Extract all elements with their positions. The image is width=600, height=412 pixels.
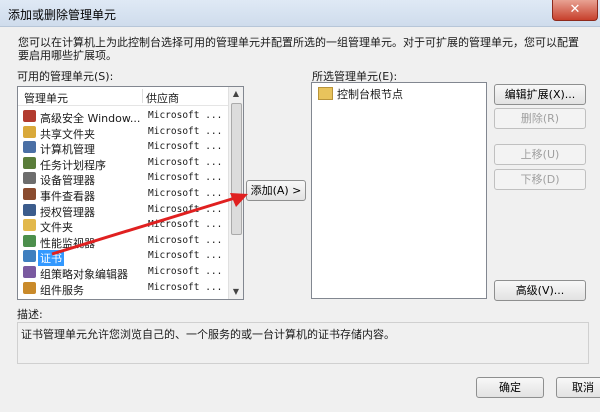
cancel-button[interactable]: 取消 [556, 377, 600, 398]
task-scheduler-icon [23, 156, 36, 169]
list-item[interactable]: 事件查看器 Microsoft ... [18, 187, 230, 203]
snapin-vendor: Microsoft ... [148, 125, 223, 137]
ok-button[interactable]: 确定 [476, 377, 544, 398]
dialog-description: 您可以在计算机上为此控制台选择可用的管理单元并配置所选的一组管理单元。对于可扩展… [18, 36, 579, 62]
snapin-vendor: Microsoft ... [148, 141, 223, 153]
scroll-thumb[interactable] [231, 103, 242, 235]
snapin-name: 高级安全 Window... [40, 112, 141, 125]
snapin-name: 组策略对象编辑器 [40, 268, 128, 281]
snapin-vendor: Microsoft ... [148, 156, 223, 168]
scroll-up-icon[interactable]: ▲ [229, 87, 243, 101]
firewall-icon [23, 110, 36, 122]
snapin-name: 证书 [38, 250, 64, 267]
close-button[interactable]: ✕ [552, 0, 598, 21]
list-item[interactable]: 组件服务 Microsoft ... [18, 281, 230, 297]
snapin-vendor: Microsoft ... [148, 234, 223, 246]
scroll-down-icon[interactable]: ▼ [229, 285, 243, 299]
group-policy-icon [23, 266, 36, 278]
authorization-manager-icon [23, 203, 36, 216]
certificate-icon [23, 250, 36, 263]
title-bar: 添加或删除管理单元 ✕ [0, 0, 600, 27]
column-header-snapin[interactable]: 管理单元 [24, 90, 68, 106]
snapin-vendor: Microsoft ... [148, 172, 223, 184]
move-up-button[interactable]: 上移(U) [494, 144, 586, 165]
snapin-name: 计算机管理 [40, 143, 95, 157]
shared-folder-icon [23, 125, 36, 138]
move-down-button[interactable]: 下移(D) [494, 169, 586, 190]
available-snapins-label: 可用的管理单元(S): [17, 70, 114, 83]
list-item[interactable]: 授权管理器 Microsoft ... [18, 203, 230, 219]
snapin-vendor: Microsoft ... [148, 219, 223, 231]
add-button[interactable]: 添加(A) > [246, 180, 306, 201]
window-title: 添加或删除管理单元 [8, 8, 117, 22]
list-item[interactable]: 计算机管理 Microsoft ... [18, 140, 230, 157]
snapin-name: 设备管理器 [40, 174, 95, 188]
performance-monitor-icon [23, 234, 36, 247]
folder-icon [23, 219, 36, 232]
list-header: 管理单元 供应商 [18, 87, 228, 106]
snapin-name: 事件查看器 [40, 190, 95, 203]
snapin-vendor: Microsoft ... [148, 266, 223, 277]
snapin-vendor: Microsoft ... [148, 250, 223, 262]
list-item[interactable]: 性能监视器 Microsoft ... [18, 234, 230, 250]
list-item[interactable]: 设备管理器 Microsoft ... [18, 171, 230, 188]
event-viewer-icon [23, 188, 36, 200]
list-scrollbar[interactable]: ▲ ▼ [228, 87, 243, 299]
snapin-vendor: Microsoft ... [148, 110, 223, 121]
column-header-vendor[interactable]: 供应商 [146, 90, 179, 106]
device-manager-icon [23, 172, 36, 185]
description-box: 证书管理单元允许您浏览自己的、一个服务的或一台计算机的证书存储内容。 [17, 322, 589, 364]
snapin-name: 共享文件夹 [40, 127, 95, 141]
description-label: 描述: [17, 308, 43, 321]
list-item[interactable]: 共享文件夹 Microsoft ... [18, 125, 230, 141]
snapin-vendor: Microsoft ... [148, 281, 223, 293]
snapin-name: 性能监视器 [40, 236, 95, 250]
snapin-name: 文件夹 [40, 221, 73, 235]
snapin-name: 授权管理器 [40, 205, 95, 219]
edit-extensions-button[interactable]: 编辑扩展(X)... [494, 84, 586, 105]
computer-management-icon [23, 141, 36, 154]
folder-icon [318, 87, 333, 100]
snapin-name: 任务计划程序 [40, 158, 106, 172]
available-snapins-list[interactable]: 管理单元 供应商 高级安全 Window... Microsoft ... 共享文件… [17, 86, 244, 300]
console-root-item[interactable]: 控制台根节点 [318, 86, 403, 102]
list-item[interactable]: 证书 Microsoft ... [18, 249, 230, 267]
snapin-name: 组件服务 [40, 283, 84, 297]
description-text: 证书管理单元允许您浏览自己的、一个服务的或一台计算机的证书存储内容。 [21, 328, 395, 341]
list-item[interactable]: 组策略对象编辑器 Microsoft ... [18, 265, 230, 281]
remove-button[interactable]: 删除(R) [494, 108, 586, 129]
component-services-icon [23, 281, 36, 294]
advanced-button[interactable]: 高级(V)... [494, 280, 586, 301]
list-item[interactable]: 文件夹 Microsoft ... [18, 218, 230, 235]
selected-snapins-list[interactable]: 控制台根节点 [311, 82, 487, 299]
list-item[interactable]: 高级安全 Window... Microsoft ... [18, 109, 230, 125]
snapin-vendor: Microsoft ... [148, 203, 223, 215]
snapin-vendor: Microsoft ... [148, 188, 223, 199]
list-item[interactable]: 任务计划程序 Microsoft ... [18, 156, 230, 172]
